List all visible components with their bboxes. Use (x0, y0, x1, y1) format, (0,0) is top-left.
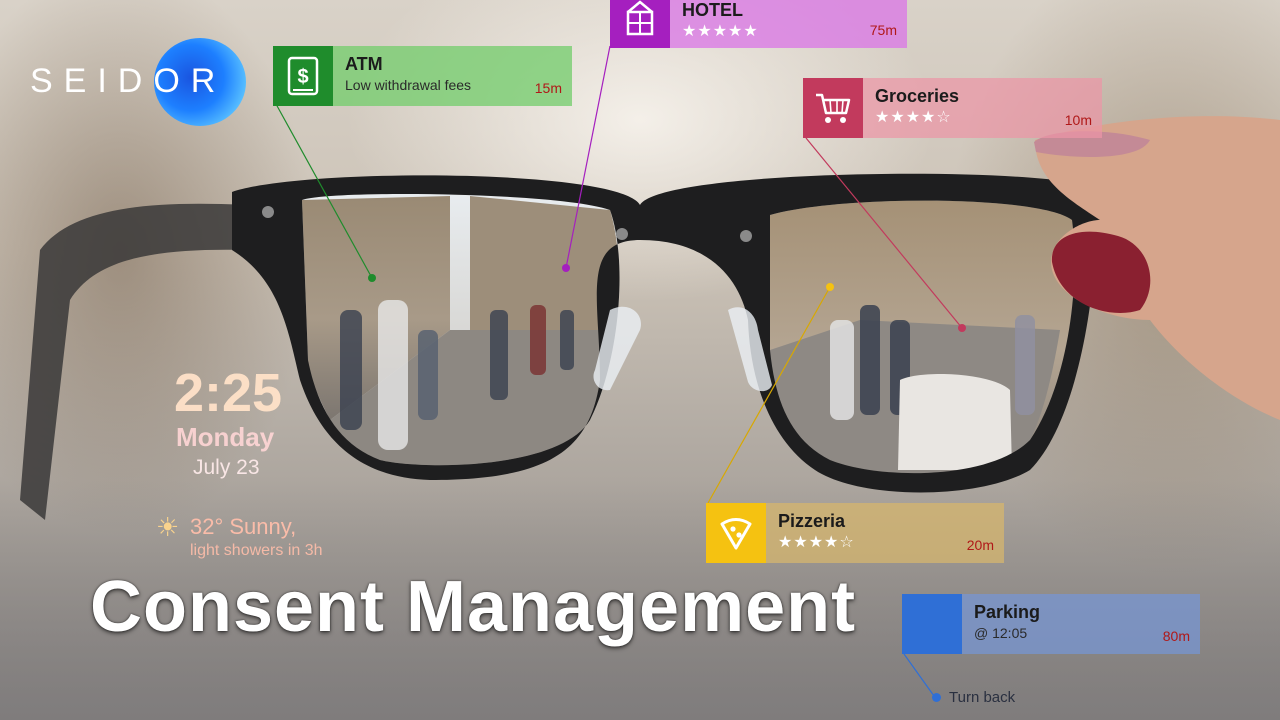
parking-distance: 80m (1162, 628, 1190, 644)
groceries-card[interactable]: Groceries ★★★★☆ 10m (803, 78, 1102, 138)
pizzeria-title: Pizzeria (778, 511, 846, 531)
pizza-icon (706, 503, 766, 563)
groceries-distance: 10m (1064, 112, 1092, 128)
parking-card-body: Parking @ 12:05 80m (962, 594, 1200, 654)
parking-icon (902, 594, 962, 654)
parking-card[interactable]: Parking @ 12:05 80m (902, 594, 1200, 654)
pizzeria-stars: ★★★★☆ (778, 534, 855, 551)
turn-back-marker (932, 693, 941, 702)
pizzeria-distance: 20m (966, 537, 994, 553)
hotel-card-body: HOTEL ★★★★★ 75m (670, 0, 907, 48)
hud-day: Monday (176, 422, 275, 452)
hud-weather-temp: 32° Sunny, (190, 514, 297, 539)
hotel-card[interactable]: HOTEL ★★★★★ 75m (610, 0, 907, 48)
hotel-title: HOTEL (682, 0, 743, 20)
atm-card[interactable]: $ ATM Low withdrawal fees 15m (273, 46, 572, 106)
hud-date: July 23 (193, 456, 260, 479)
shopping-cart-icon (803, 78, 863, 138)
atm-subtitle: Low withdrawal fees (345, 77, 472, 93)
groceries-stars: ★★★★☆ (875, 109, 952, 126)
pizzeria-card-body: Pizzeria ★★★★☆ 20m (766, 503, 1004, 563)
hotel-stars: ★★★★★ (682, 23, 759, 40)
page-headline: Consent Management (90, 567, 857, 647)
sun-icon: ☀ (156, 512, 180, 542)
hud-weather-forecast: light showers in 3h (190, 542, 323, 559)
atm-title: ATM (345, 54, 383, 74)
groceries-card-body: Groceries ★★★★☆ 10m (863, 78, 1102, 138)
seidor-logo: SEIDOR (30, 62, 227, 100)
atm-card-body: ATM Low withdrawal fees 15m (333, 46, 572, 106)
hud-time: 2:25 (174, 363, 283, 423)
atm-distance: 15m (534, 80, 562, 96)
groceries-title: Groceries (875, 86, 960, 106)
turn-back-label: Turn back (949, 689, 1016, 706)
parking-subtitle: @ 12:05 (974, 625, 1028, 641)
svg-text:$: $ (297, 66, 308, 88)
hotel-distance: 75m (869, 22, 897, 38)
dollar-bill-icon: $ (273, 46, 333, 106)
pizzeria-card[interactable]: Pizzeria ★★★★☆ 20m (706, 503, 1004, 563)
building-icon (610, 0, 670, 48)
parking-title: Parking (974, 602, 1041, 622)
